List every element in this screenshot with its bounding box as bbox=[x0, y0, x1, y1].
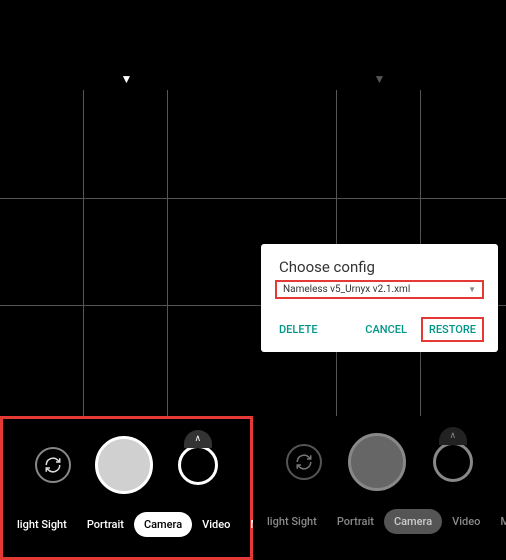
mode-selector[interactable]: light Sight Portrait Camera Video More bbox=[253, 496, 506, 546]
mode-portrait[interactable]: Portrait bbox=[77, 512, 134, 537]
switch-camera-button[interactable] bbox=[286, 444, 322, 480]
chevron-down-icon[interactable]: ▼ bbox=[374, 72, 386, 86]
switch-camera-button[interactable] bbox=[35, 447, 71, 483]
mode-selector[interactable]: light Sight Portrait Camera Video More bbox=[3, 499, 250, 549]
mode-night-sight[interactable]: light Sight bbox=[257, 509, 327, 534]
delete-button[interactable]: DELETE bbox=[275, 317, 322, 342]
chevron-up-icon[interactable]: ∧ bbox=[439, 427, 467, 445]
mode-night-sight[interactable]: light Sight bbox=[7, 512, 77, 537]
shutter-button[interactable] bbox=[95, 436, 153, 494]
dialog-title: Choose config bbox=[275, 258, 484, 276]
mode-more[interactable]: More bbox=[490, 509, 506, 534]
config-dropdown[interactable]: Nameless v5_Urnyx v2.1.xml ▼ bbox=[275, 280, 484, 299]
restore-button[interactable]: RESTORE bbox=[421, 317, 484, 342]
last-photo-button[interactable]: ∧ bbox=[178, 445, 218, 485]
mode-portrait[interactable]: Portrait bbox=[327, 509, 384, 534]
bottom-bar: ∧ light Sight Portrait Camera Video More bbox=[0, 416, 253, 560]
shutter-button[interactable] bbox=[348, 433, 406, 491]
mode-more[interactable]: More bbox=[240, 512, 253, 537]
chevron-up-icon[interactable]: ∧ bbox=[184, 430, 212, 448]
mode-video[interactable]: Video bbox=[192, 512, 240, 537]
mode-camera[interactable]: Camera bbox=[134, 512, 192, 537]
last-photo-button[interactable]: ∧ bbox=[433, 442, 473, 482]
bottom-bar: ∧ light Sight Portrait Camera Video More bbox=[253, 416, 506, 560]
config-dialog: Choose config Nameless v5_Urnyx v2.1.xml… bbox=[261, 244, 498, 352]
config-selected: Nameless v5_Urnyx v2.1.xml bbox=[283, 284, 410, 295]
viewfinder-grid bbox=[0, 90, 253, 416]
chevron-down-icon[interactable]: ▼ bbox=[121, 72, 133, 86]
mode-camera[interactable]: Camera bbox=[384, 509, 442, 534]
mode-video[interactable]: Video bbox=[442, 509, 490, 534]
camera-screen-left: ▼ ∧ light Sight Portrait Camera Video Mo… bbox=[0, 0, 253, 560]
dropdown-caret-icon: ▼ bbox=[468, 285, 476, 294]
cancel-button[interactable]: CANCEL bbox=[365, 323, 407, 336]
camera-screen-right: ▼ Choose config Nameless v5_Urnyx v2.1.x… bbox=[253, 0, 506, 560]
